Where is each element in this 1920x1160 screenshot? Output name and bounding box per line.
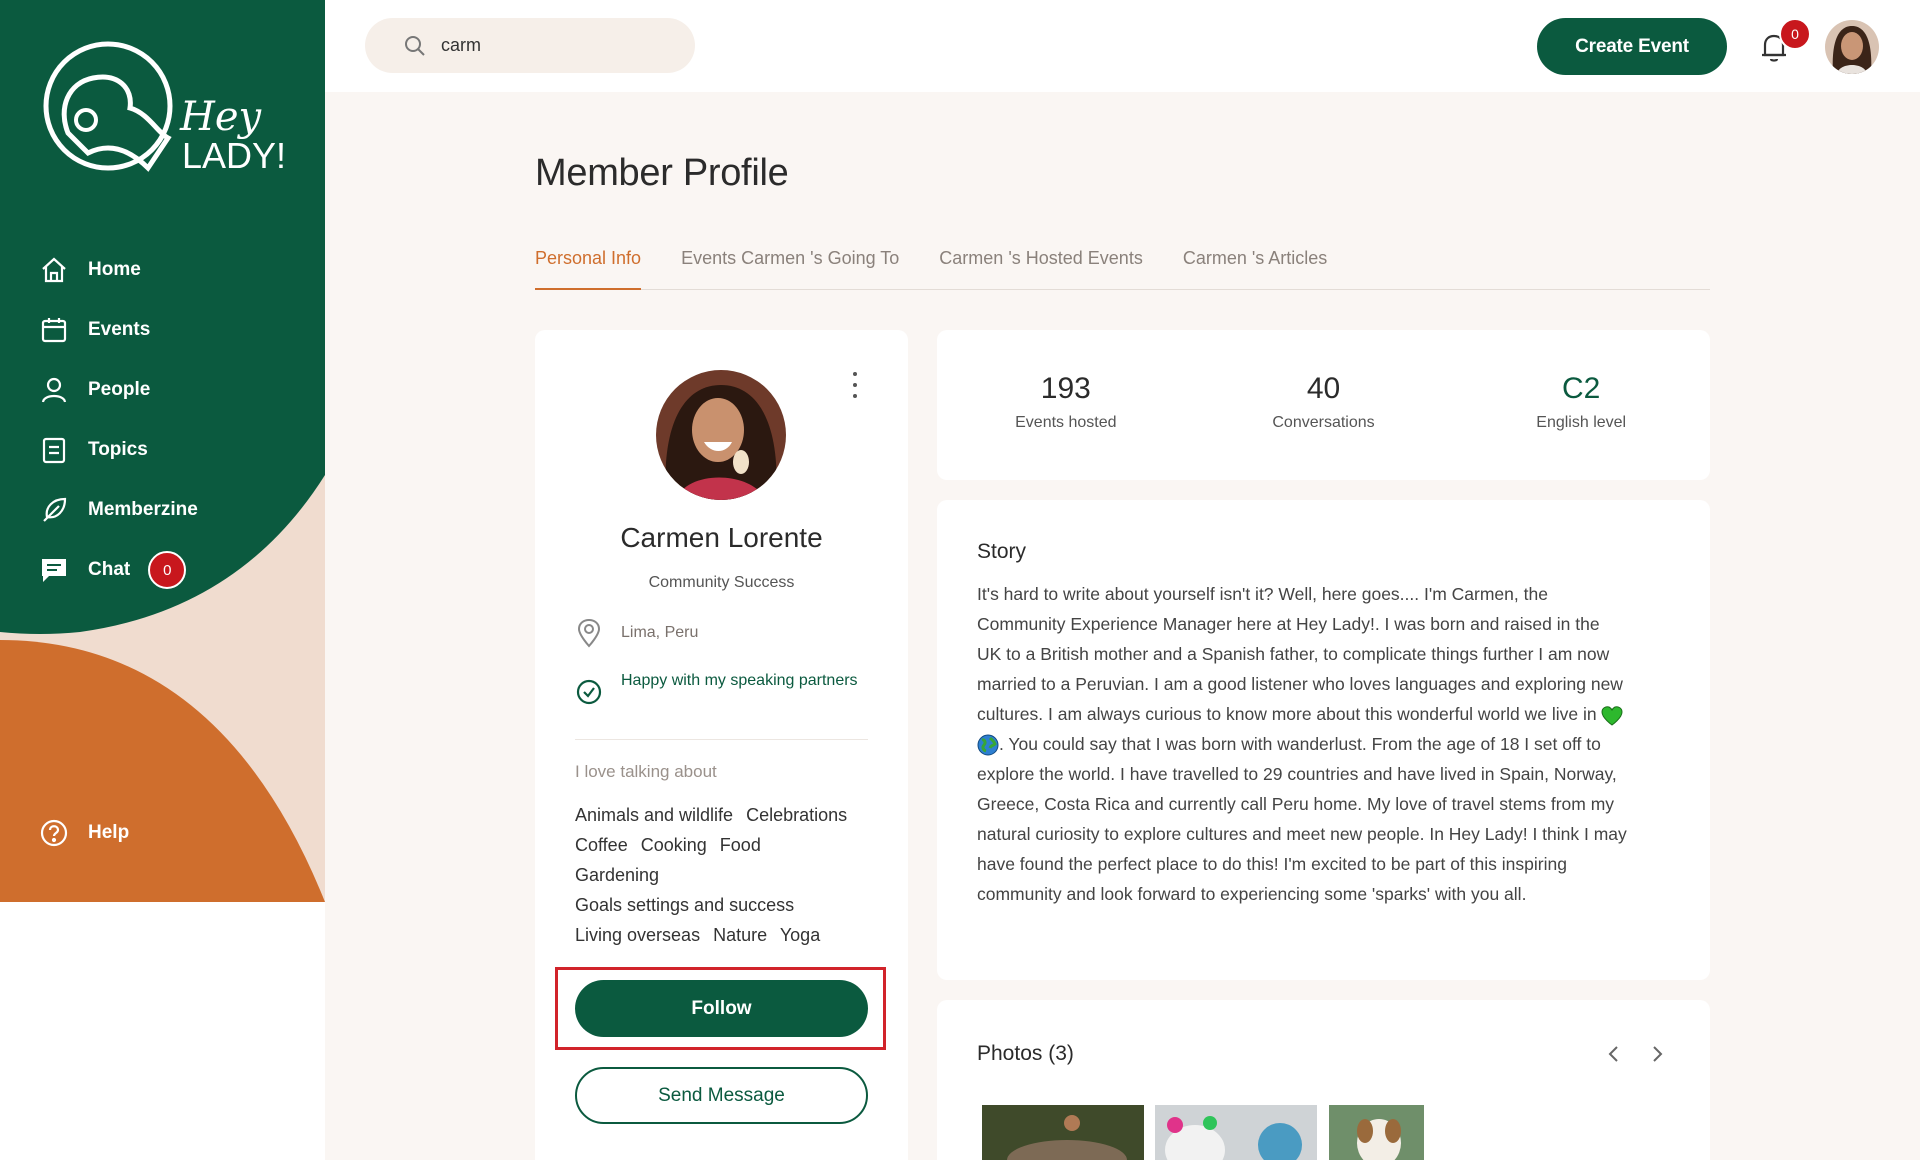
- sidebar-nav: Home Events People Topics Memberzine Cha…: [38, 240, 298, 600]
- hey-lady-logo[interactable]: Hey LADY!: [38, 38, 298, 178]
- photo-thumbnail[interactable]: [982, 1105, 1144, 1160]
- help-link[interactable]: Help: [38, 817, 129, 849]
- topic-item: Celebrations: [746, 805, 848, 825]
- profile-name: Carmen Lorente: [620, 522, 823, 553]
- sidebar-item-label: People: [88, 379, 151, 400]
- sidebar-item-memberzine[interactable]: Memberzine: [38, 480, 298, 540]
- sidebar-item-label: Chat: [88, 559, 131, 580]
- send-message-button[interactable]: Send Message: [575, 1067, 868, 1124]
- stat-conversations: 40 Conversations: [1195, 330, 1453, 480]
- profile-card: Carmen Lorente Community Success Lima, P…: [535, 330, 908, 1160]
- create-event-button[interactable]: Create Event: [1537, 18, 1727, 75]
- help-icon: [38, 817, 70, 849]
- story-text-part: It's hard to write about yourself isn't …: [977, 584, 1623, 724]
- stat-english-level: C2 English level: [1452, 330, 1710, 480]
- photos-card: Photos (3): [937, 1000, 1710, 1160]
- photos-title: Photos (3): [977, 1042, 1074, 1065]
- sidebar-item-label: Home: [88, 259, 141, 280]
- person-icon: [38, 374, 70, 406]
- photo-thumbnail[interactable]: [1329, 1105, 1424, 1160]
- stat-value: C2: [1562, 372, 1601, 405]
- sidebar-item-people[interactable]: People: [38, 360, 298, 420]
- calendar-icon: [38, 314, 70, 346]
- globe-icon: [977, 734, 999, 756]
- user-avatar[interactable]: [1825, 20, 1879, 74]
- search-input[interactable]: [441, 35, 661, 56]
- green-heart-icon: [1601, 705, 1623, 726]
- sidebar-item-chat[interactable]: Chat 0: [38, 540, 298, 600]
- document-icon: [38, 434, 70, 466]
- topic-item: Animals and wildlife: [575, 805, 734, 825]
- photo-thumbnail[interactable]: [1155, 1105, 1317, 1160]
- story-text-part: . You could say that I was born with wan…: [977, 734, 1627, 904]
- stat-label: English level: [1536, 414, 1627, 431]
- topics-list: Animals and wildlife Celebrations Coffee…: [575, 800, 875, 950]
- love-talking-title: I love talking about: [575, 762, 717, 781]
- chevron-right-icon[interactable]: [1645, 1042, 1669, 1066]
- feather-icon: [38, 494, 70, 526]
- topic-item: Food: [719, 835, 761, 855]
- topic-item: Gardening: [575, 865, 660, 885]
- tab-events-going-to[interactable]: Events Carmen 's Going To: [681, 240, 899, 290]
- home-icon: [38, 254, 70, 286]
- sidebar-item-home[interactable]: Home: [38, 240, 298, 300]
- divider: [575, 739, 868, 740]
- story-card: Story It's hard to write about yourself …: [937, 500, 1710, 980]
- sidebar-item-label: Memberzine: [88, 499, 198, 520]
- follow-button[interactable]: Follow: [575, 980, 868, 1037]
- sidebar-item-label: Topics: [88, 439, 148, 460]
- sidebar: Hey LADY! Home Events People Topics Memb…: [0, 0, 325, 902]
- profile-tabs: Personal Info Events Carmen 's Going To …: [535, 240, 1710, 290]
- topic-item: Living overseas: [575, 925, 701, 945]
- status-row: Happy with my speaking partners: [575, 668, 875, 706]
- location-text: Lima, Peru: [621, 624, 699, 641]
- stats-card: 193 Events hosted 40 Conversations C2 En…: [937, 330, 1710, 480]
- sidebar-item-label: Events: [88, 319, 151, 340]
- tab-hosted-events[interactable]: Carmen 's Hosted Events: [939, 240, 1143, 290]
- logo-hey-text: Hey: [179, 94, 263, 140]
- chevron-left-icon[interactable]: [1602, 1042, 1626, 1066]
- stat-events-hosted: 193 Events hosted: [937, 330, 1195, 480]
- sidebar-item-events[interactable]: Events: [38, 300, 298, 360]
- tab-articles[interactable]: Carmen 's Articles: [1183, 240, 1327, 290]
- logo-lady-text: LADY!: [182, 135, 286, 176]
- story-text: It's hard to write about yourself isn't …: [977, 579, 1627, 909]
- stat-value: 40: [1306, 372, 1341, 405]
- stat-label: Conversations: [1272, 414, 1375, 431]
- check-circle-icon: [576, 679, 602, 705]
- status-text: Happy with my speaking partners: [621, 672, 858, 689]
- topic-item: Cooking: [640, 835, 707, 855]
- location-row: Lima, Peru: [575, 618, 698, 648]
- profile-role: Community Success: [648, 574, 795, 591]
- stat-value: 193: [1040, 372, 1091, 405]
- topic-item: Yoga: [779, 925, 821, 945]
- more-options-icon[interactable]: [845, 372, 865, 398]
- topic-item: Goals settings and success: [575, 895, 795, 915]
- notification-count-badge: 0: [1779, 18, 1811, 50]
- top-bar: Create Event 0: [325, 0, 1920, 92]
- location-pin-icon: [577, 618, 601, 648]
- search-icon: [405, 35, 425, 56]
- main-content: Create Event 0 Member Profile Personal I…: [325, 0, 1920, 1160]
- profile-avatar: [656, 370, 786, 500]
- story-title: Story: [977, 540, 1027, 563]
- tab-personal-info[interactable]: Personal Info: [535, 240, 642, 290]
- topic-item: Coffee: [575, 835, 628, 855]
- topic-item: Nature: [713, 925, 768, 945]
- search-bar[interactable]: [365, 18, 695, 73]
- help-label: Help: [88, 822, 130, 843]
- sidebar-item-topics[interactable]: Topics: [38, 420, 298, 480]
- chat-icon: [38, 554, 70, 586]
- chat-count-badge: 0: [148, 551, 187, 589]
- stat-label: Events hosted: [1015, 414, 1117, 431]
- page-title: Member Profile: [535, 152, 789, 194]
